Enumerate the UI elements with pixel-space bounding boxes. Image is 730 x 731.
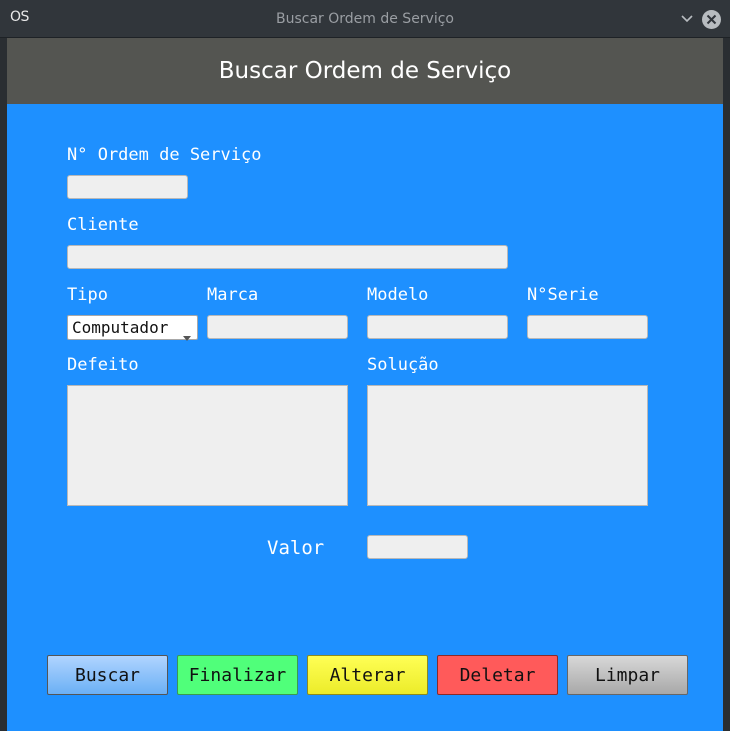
valor-field[interactable] [367, 535, 468, 559]
cliente-field[interactable] [67, 245, 508, 269]
serie-field[interactable] [527, 315, 648, 339]
close-icon[interactable] [702, 10, 721, 29]
page-title: Buscar Ordem de Serviço [218, 58, 512, 84]
marca-label: Marca [207, 285, 259, 305]
form-panel: Buscar Ordem de Serviço N° Ordem de Serv… [7, 38, 723, 731]
defeito-textarea[interactable] [67, 385, 348, 506]
ordem-field[interactable] [67, 175, 188, 199]
serie-label: N°Serie [527, 285, 599, 305]
defeito-label: Defeito [67, 355, 139, 375]
marca-field[interactable] [207, 315, 348, 339]
caret-down-icon [183, 326, 191, 345]
solucao-textarea[interactable] [367, 385, 648, 506]
tipo-select[interactable]: Computador [67, 315, 198, 341]
chevron-down-icon[interactable] [678, 10, 696, 28]
tipo-label: Tipo [67, 285, 108, 305]
modelo-field[interactable] [367, 315, 508, 339]
tipo-selected-value: Computador [72, 318, 169, 337]
valor-label: Valor [267, 537, 325, 559]
cliente-label: Cliente [67, 215, 139, 235]
ordem-label: N° Ordem de Serviço [67, 145, 262, 165]
deletar-button[interactable]: Deletar [437, 655, 558, 695]
solucao-label: Solução [367, 355, 439, 375]
alterar-button[interactable]: Alterar [307, 655, 428, 695]
limpar-button[interactable]: Limpar [567, 655, 688, 695]
buscar-button[interactable]: Buscar [47, 655, 168, 695]
page-header: Buscar Ordem de Serviço [7, 38, 723, 104]
modelo-label: Modelo [367, 285, 429, 305]
window-titlebar: OS Buscar Ordem de Serviço [0, 0, 730, 38]
window-title: Buscar Ordem de Serviço [275, 11, 454, 27]
finalizar-button[interactable]: Finalizar [177, 655, 298, 695]
